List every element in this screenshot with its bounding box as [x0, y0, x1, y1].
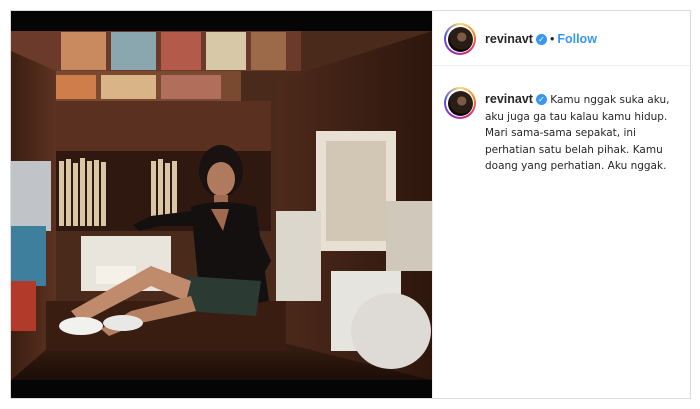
verified-badge-icon: ✓ — [535, 94, 547, 106]
post-photo[interactable] — [11, 11, 432, 398]
header-username[interactable]: revinavt — [485, 32, 533, 46]
avatar-image — [447, 90, 473, 116]
post-caption: revinavt ✓ Kamu nggak suka aku, aku juga … — [485, 92, 681, 175]
caption-avatar[interactable] — [444, 87, 476, 119]
post-image — [11, 11, 432, 398]
avatar-image — [447, 26, 473, 52]
post-sidebar: revinavt ✓ • Follow revinavt ✓ Kamu nggak su… — [432, 11, 690, 398]
verified-badge-icon: ✓ — [535, 34, 547, 46]
post-header: revinavt ✓ • Follow — [433, 11, 690, 66]
header-line: revinavt ✓ • Follow — [485, 32, 597, 46]
profile-avatar[interactable] — [444, 23, 476, 55]
separator-dot: • — [549, 32, 555, 46]
caption-username[interactable]: revinavt — [485, 92, 533, 106]
instagram-post: revinavt ✓ • Follow revinavt ✓ Kamu nggak su… — [10, 10, 691, 399]
follow-button[interactable]: Follow — [557, 32, 597, 46]
